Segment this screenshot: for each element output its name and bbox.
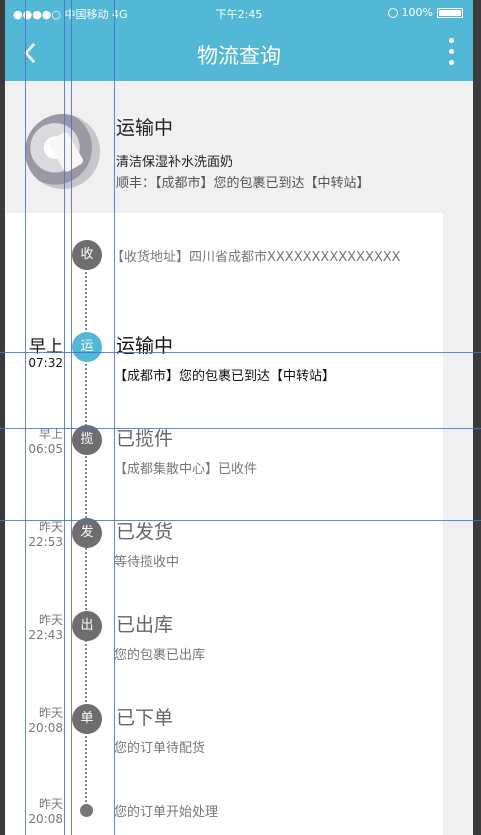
event-time: 20:08 bbox=[28, 721, 63, 735]
address-badge: 收 bbox=[72, 240, 102, 270]
phone-screen: ●●●●○ 中国移动 4G 下午2:45 100% 物流查询 运输中 清洁保湿补… bbox=[5, 0, 473, 835]
event-detail: 【成都集散中心】已收件 bbox=[114, 462, 258, 477]
event-time: 07:32 bbox=[28, 356, 63, 370]
guide-line-horizontal bbox=[0, 352, 481, 353]
nav-bar: 物流查询 bbox=[5, 26, 473, 81]
product-thumbnail bbox=[25, 114, 100, 189]
event-detail: 您的包裹已出库 bbox=[114, 648, 206, 663]
shipment-status: 运输中 bbox=[116, 117, 174, 139]
event-title: 运输中 bbox=[116, 335, 174, 357]
event-badge: 单 bbox=[72, 704, 102, 734]
event-day: 昨天 bbox=[38, 797, 63, 811]
event-detail: 您的订单待配货 bbox=[114, 741, 206, 756]
guide-line-vertical bbox=[64, 0, 65, 835]
shipment-summary: 运输中 清洁保湿补水洗面奶 顺丰：【成都市】您的包裹已到达【中转站】 bbox=[5, 81, 473, 213]
rotation-lock-icon bbox=[387, 7, 398, 18]
guide-line-horizontal bbox=[0, 428, 481, 429]
guide-line-horizontal bbox=[0, 520, 481, 521]
battery-percent: 100% bbox=[401, 6, 433, 19]
battery-icon bbox=[437, 7, 463, 18]
event-badge: 运 bbox=[72, 332, 102, 362]
status-bar: ●●●●○ 中国移动 4G 下午2:45 100% bbox=[5, 0, 473, 26]
event-title: 已下单 bbox=[116, 707, 174, 729]
guide-line-vertical bbox=[114, 0, 115, 835]
event-detail: 您的订单开始处理 bbox=[114, 805, 219, 820]
guide-line-vertical bbox=[25, 0, 26, 835]
battery-indicator: 100% bbox=[387, 6, 463, 19]
more-vertical-icon[interactable] bbox=[447, 38, 455, 70]
event-day: 早上 bbox=[29, 337, 63, 357]
product-name: 清洁保湿补水洗面奶 bbox=[116, 155, 234, 170]
delivery-address: 【收货地址】四川省成都市XXXXXXXXXXXXXXX bbox=[111, 250, 401, 265]
event-day: 昨天 bbox=[38, 706, 63, 720]
event-badge: 出 bbox=[72, 611, 102, 641]
event-detail: 【成都市】您的包裹已到达【中转站】 bbox=[114, 369, 336, 384]
page-title: 物流查询 bbox=[197, 44, 281, 68]
event-title: 已发货 bbox=[116, 521, 174, 543]
event-time: 22:43 bbox=[28, 628, 63, 642]
event-time: 20:08 bbox=[28, 812, 63, 826]
event-badge: 揽 bbox=[72, 425, 102, 455]
event-detail: 等待揽收中 bbox=[114, 555, 180, 570]
event-title: 已出库 bbox=[116, 614, 174, 636]
carrier-info: 顺丰：【成都市】您的包裹已到达【中转站】 bbox=[116, 176, 370, 191]
guide-line-vertical bbox=[71, 0, 72, 835]
event-badge: 发 bbox=[72, 518, 102, 548]
event-day: 昨天 bbox=[38, 613, 63, 627]
event-time: 22:53 bbox=[28, 535, 63, 549]
event-time: 06:05 bbox=[28, 442, 63, 456]
timeline-end-dot bbox=[80, 804, 93, 817]
